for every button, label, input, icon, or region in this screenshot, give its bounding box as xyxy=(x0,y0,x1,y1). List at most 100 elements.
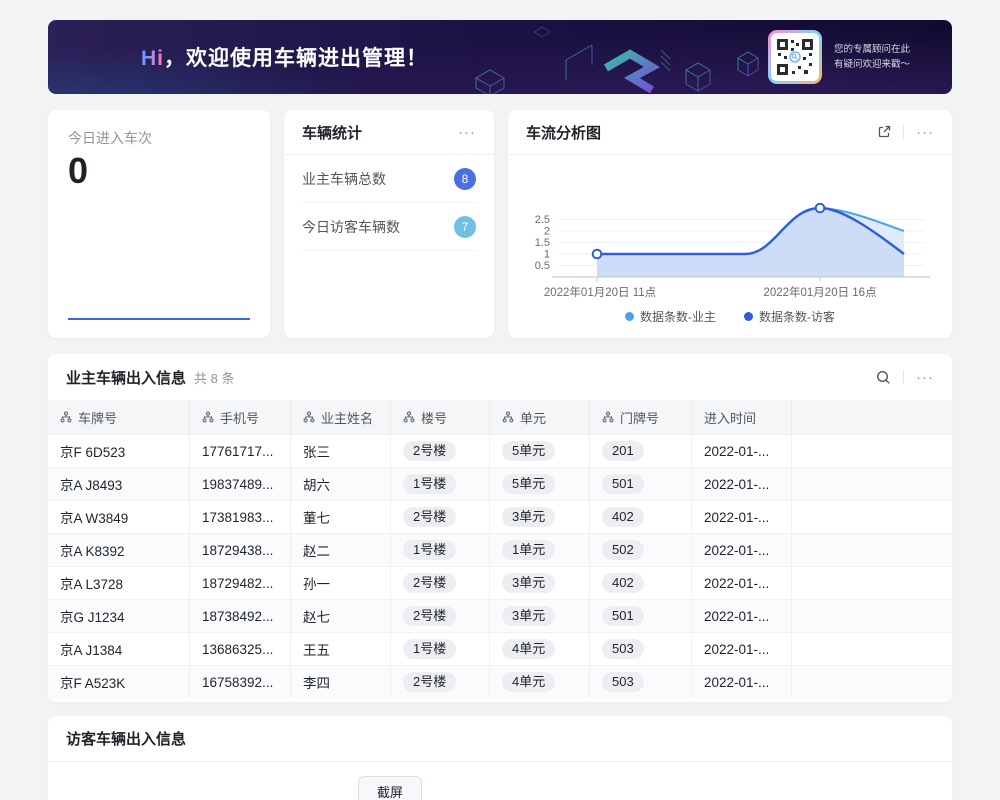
table-cell[interactable]: 京A J8493 xyxy=(48,467,190,500)
table-cell[interactable]: 2022-01-... xyxy=(692,665,792,698)
option-pill: 3单元 xyxy=(502,606,555,626)
table-cell[interactable]: 2022-01-... xyxy=(692,467,792,500)
table-cell[interactable]: 2号楼 xyxy=(391,665,490,698)
table-cell[interactable]: 4单元 xyxy=(490,665,590,698)
table-cell[interactable]: 2022-01-... xyxy=(692,434,792,467)
table-cell xyxy=(792,665,952,698)
table-cell[interactable]: 孙一 xyxy=(291,566,391,599)
table-cell[interactable]: 京A K8392 xyxy=(48,533,190,566)
table-cell[interactable]: 201 xyxy=(590,434,692,467)
column-header-3[interactable]: 楼号 xyxy=(391,400,490,434)
table-cell[interactable]: 19837489... xyxy=(190,467,291,500)
table-cell[interactable]: 京F A523K xyxy=(48,665,190,698)
screenshot-button[interactable]: 截屏 xyxy=(358,776,422,800)
table-cell[interactable]: 501 xyxy=(590,599,692,632)
table-cell[interactable]: 18738492... xyxy=(190,599,291,632)
stat-item-visitor-today[interactable]: 今日访客车辆数 7 xyxy=(302,203,476,251)
table-cell[interactable]: 赵二 xyxy=(291,533,391,566)
table-cell[interactable]: 4单元 xyxy=(490,632,590,665)
table-cell[interactable]: 2号楼 xyxy=(391,434,490,467)
table-cell[interactable]: 503 xyxy=(590,665,692,698)
traffic-chart[interactable]: 0.5 1 1.5 2 2.5 2022年01月20日 11点 2022年01月… xyxy=(508,155,952,325)
option-pill: 501 xyxy=(602,606,644,626)
column-header-4[interactable]: 单元 xyxy=(490,400,590,434)
table-cell xyxy=(792,599,952,632)
qr-code[interactable] xyxy=(768,30,822,84)
option-pill: 502 xyxy=(602,540,644,560)
x-axis-label: 2022年01月20日 16点 xyxy=(763,285,876,299)
column-header-7 xyxy=(792,400,952,434)
stat-item-owner-total[interactable]: 业主车辆总数 8 xyxy=(302,155,476,203)
option-pill: 3单元 xyxy=(502,507,555,527)
table-cell[interactable]: 502 xyxy=(590,533,692,566)
table-cell[interactable]: 402 xyxy=(590,566,692,599)
table-cell[interactable]: 501 xyxy=(590,467,692,500)
option-pill: 2号楼 xyxy=(403,507,456,527)
table-cell[interactable]: 李四 xyxy=(291,665,391,698)
export-icon[interactable] xyxy=(877,125,891,139)
table-cell[interactable]: 402 xyxy=(590,500,692,533)
option-pill: 1单元 xyxy=(502,540,555,560)
table-cell[interactable]: 2022-01-... xyxy=(692,599,792,632)
table-cell[interactable]: 赵七 xyxy=(291,599,391,632)
table-cell[interactable]: 2022-01-... xyxy=(692,632,792,665)
column-header-2[interactable]: 业主姓名 xyxy=(291,400,391,434)
table-cell[interactable]: 王五 xyxy=(291,632,391,665)
option-pill: 5单元 xyxy=(502,474,555,494)
table-cell[interactable]: 17381983... xyxy=(190,500,291,533)
table-cell[interactable]: 17761717... xyxy=(190,434,291,467)
table-cell[interactable]: 3单元 xyxy=(490,500,590,533)
legend-item-owner[interactable]: 数据条数-业主 xyxy=(625,308,716,325)
column-header-1[interactable]: 手机号 xyxy=(190,400,291,434)
table-cell[interactable]: 16758392... xyxy=(190,665,291,698)
table-cell[interactable]: 胡六 xyxy=(291,467,391,500)
more-icon[interactable]: ··· xyxy=(916,370,934,385)
column-header-0[interactable]: 车牌号 xyxy=(48,400,190,434)
table-cell[interactable]: 2号楼 xyxy=(391,599,490,632)
option-pill: 2号楼 xyxy=(403,441,456,461)
table-cell[interactable]: 京F 6D523 xyxy=(48,434,190,467)
column-header-5[interactable]: 门牌号 xyxy=(590,400,692,434)
option-pill: 402 xyxy=(602,507,644,527)
table-cell[interactable]: 1单元 xyxy=(490,533,590,566)
table-cell[interactable]: 1号楼 xyxy=(391,533,490,566)
table-cell[interactable]: 京A J1384 xyxy=(48,632,190,665)
legend-dot-visitor xyxy=(744,312,753,321)
banner-greeting: Hi，欢迎使用车辆进出管理！ xyxy=(141,42,428,72)
table-cell[interactable]: 京A L3728 xyxy=(48,566,190,599)
table-cell[interactable]: 张三 xyxy=(291,434,391,467)
column-header-label: 车牌号 xyxy=(78,408,117,427)
table-cell[interactable]: 3单元 xyxy=(490,566,590,599)
table-cell[interactable]: 13686325... xyxy=(190,632,291,665)
table-cell[interactable]: 京G J1234 xyxy=(48,599,190,632)
search-icon[interactable] xyxy=(876,370,891,385)
y-tick: 1 xyxy=(544,249,550,261)
table-cell[interactable]: 503 xyxy=(590,632,692,665)
table-cell[interactable]: 3单元 xyxy=(490,599,590,632)
table-cell[interactable]: 2022-01-... xyxy=(692,566,792,599)
option-pill: 501 xyxy=(602,474,644,494)
more-icon[interactable]: ··· xyxy=(458,125,476,140)
option-pill: 3单元 xyxy=(502,573,555,593)
more-icon[interactable]: ··· xyxy=(916,125,934,140)
visitor-card-title: 访客车辆出入信息 xyxy=(66,728,186,749)
legend-label: 数据条数-业主 xyxy=(640,308,716,325)
column-header-6[interactable]: 进入时间 xyxy=(692,400,792,434)
table-cell[interactable]: 1号楼 xyxy=(391,632,490,665)
table-cell[interactable]: 5单元 xyxy=(490,434,590,467)
table-cell[interactable]: 董七 xyxy=(291,500,391,533)
table-cell[interactable]: 2号楼 xyxy=(391,500,490,533)
table-cell[interactable]: 2号楼 xyxy=(391,566,490,599)
table-cell[interactable]: 1号楼 xyxy=(391,467,490,500)
legend-item-visitor[interactable]: 数据条数-访客 xyxy=(744,308,835,325)
owner-table-body: 京F 6D52317761717...张三2号楼5单元2012022-01-..… xyxy=(48,434,952,698)
table-cell[interactable]: 京A W3849 xyxy=(48,500,190,533)
table-cell xyxy=(792,533,952,566)
table-cell[interactable]: 18729438... xyxy=(190,533,291,566)
table-cell[interactable]: 18729482... xyxy=(190,566,291,599)
table-cell[interactable]: 5单元 xyxy=(490,467,590,500)
table-cell[interactable]: 2022-01-... xyxy=(692,533,792,566)
table-cell[interactable]: 2022-01-... xyxy=(692,500,792,533)
column-header-label: 手机号 xyxy=(220,408,259,427)
owner-table-title: 业主车辆出入信息 xyxy=(66,367,186,388)
